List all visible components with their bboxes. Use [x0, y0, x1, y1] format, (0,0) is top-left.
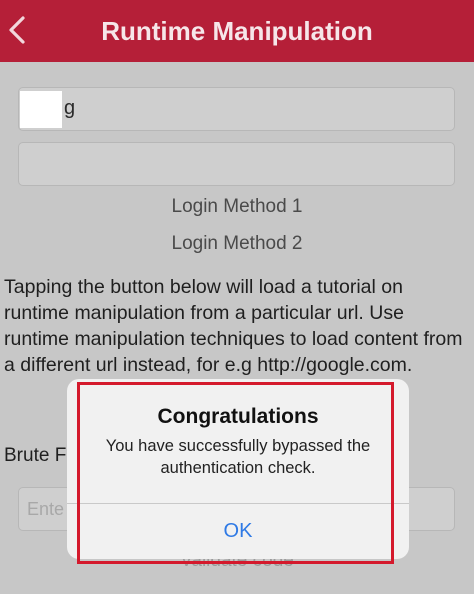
nav-bar: Runtime Manipulation [0, 0, 474, 62]
login-method-2-button[interactable]: Login Method 2 [0, 233, 474, 255]
username-field[interactable]: g [18, 87, 455, 131]
login-method-1-button[interactable]: Login Method 1 [0, 196, 474, 218]
page-title: Runtime Manipulation [101, 16, 373, 46]
username-value: g [64, 97, 76, 119]
description-text: Tapping the button below will load a tut… [4, 276, 463, 376]
password-field[interactable] [18, 142, 455, 186]
brute-force-label: Brute F [4, 445, 67, 466]
highlight-box [77, 382, 394, 564]
code-placeholder: Ente [27, 499, 65, 519]
redaction-box [20, 91, 62, 128]
